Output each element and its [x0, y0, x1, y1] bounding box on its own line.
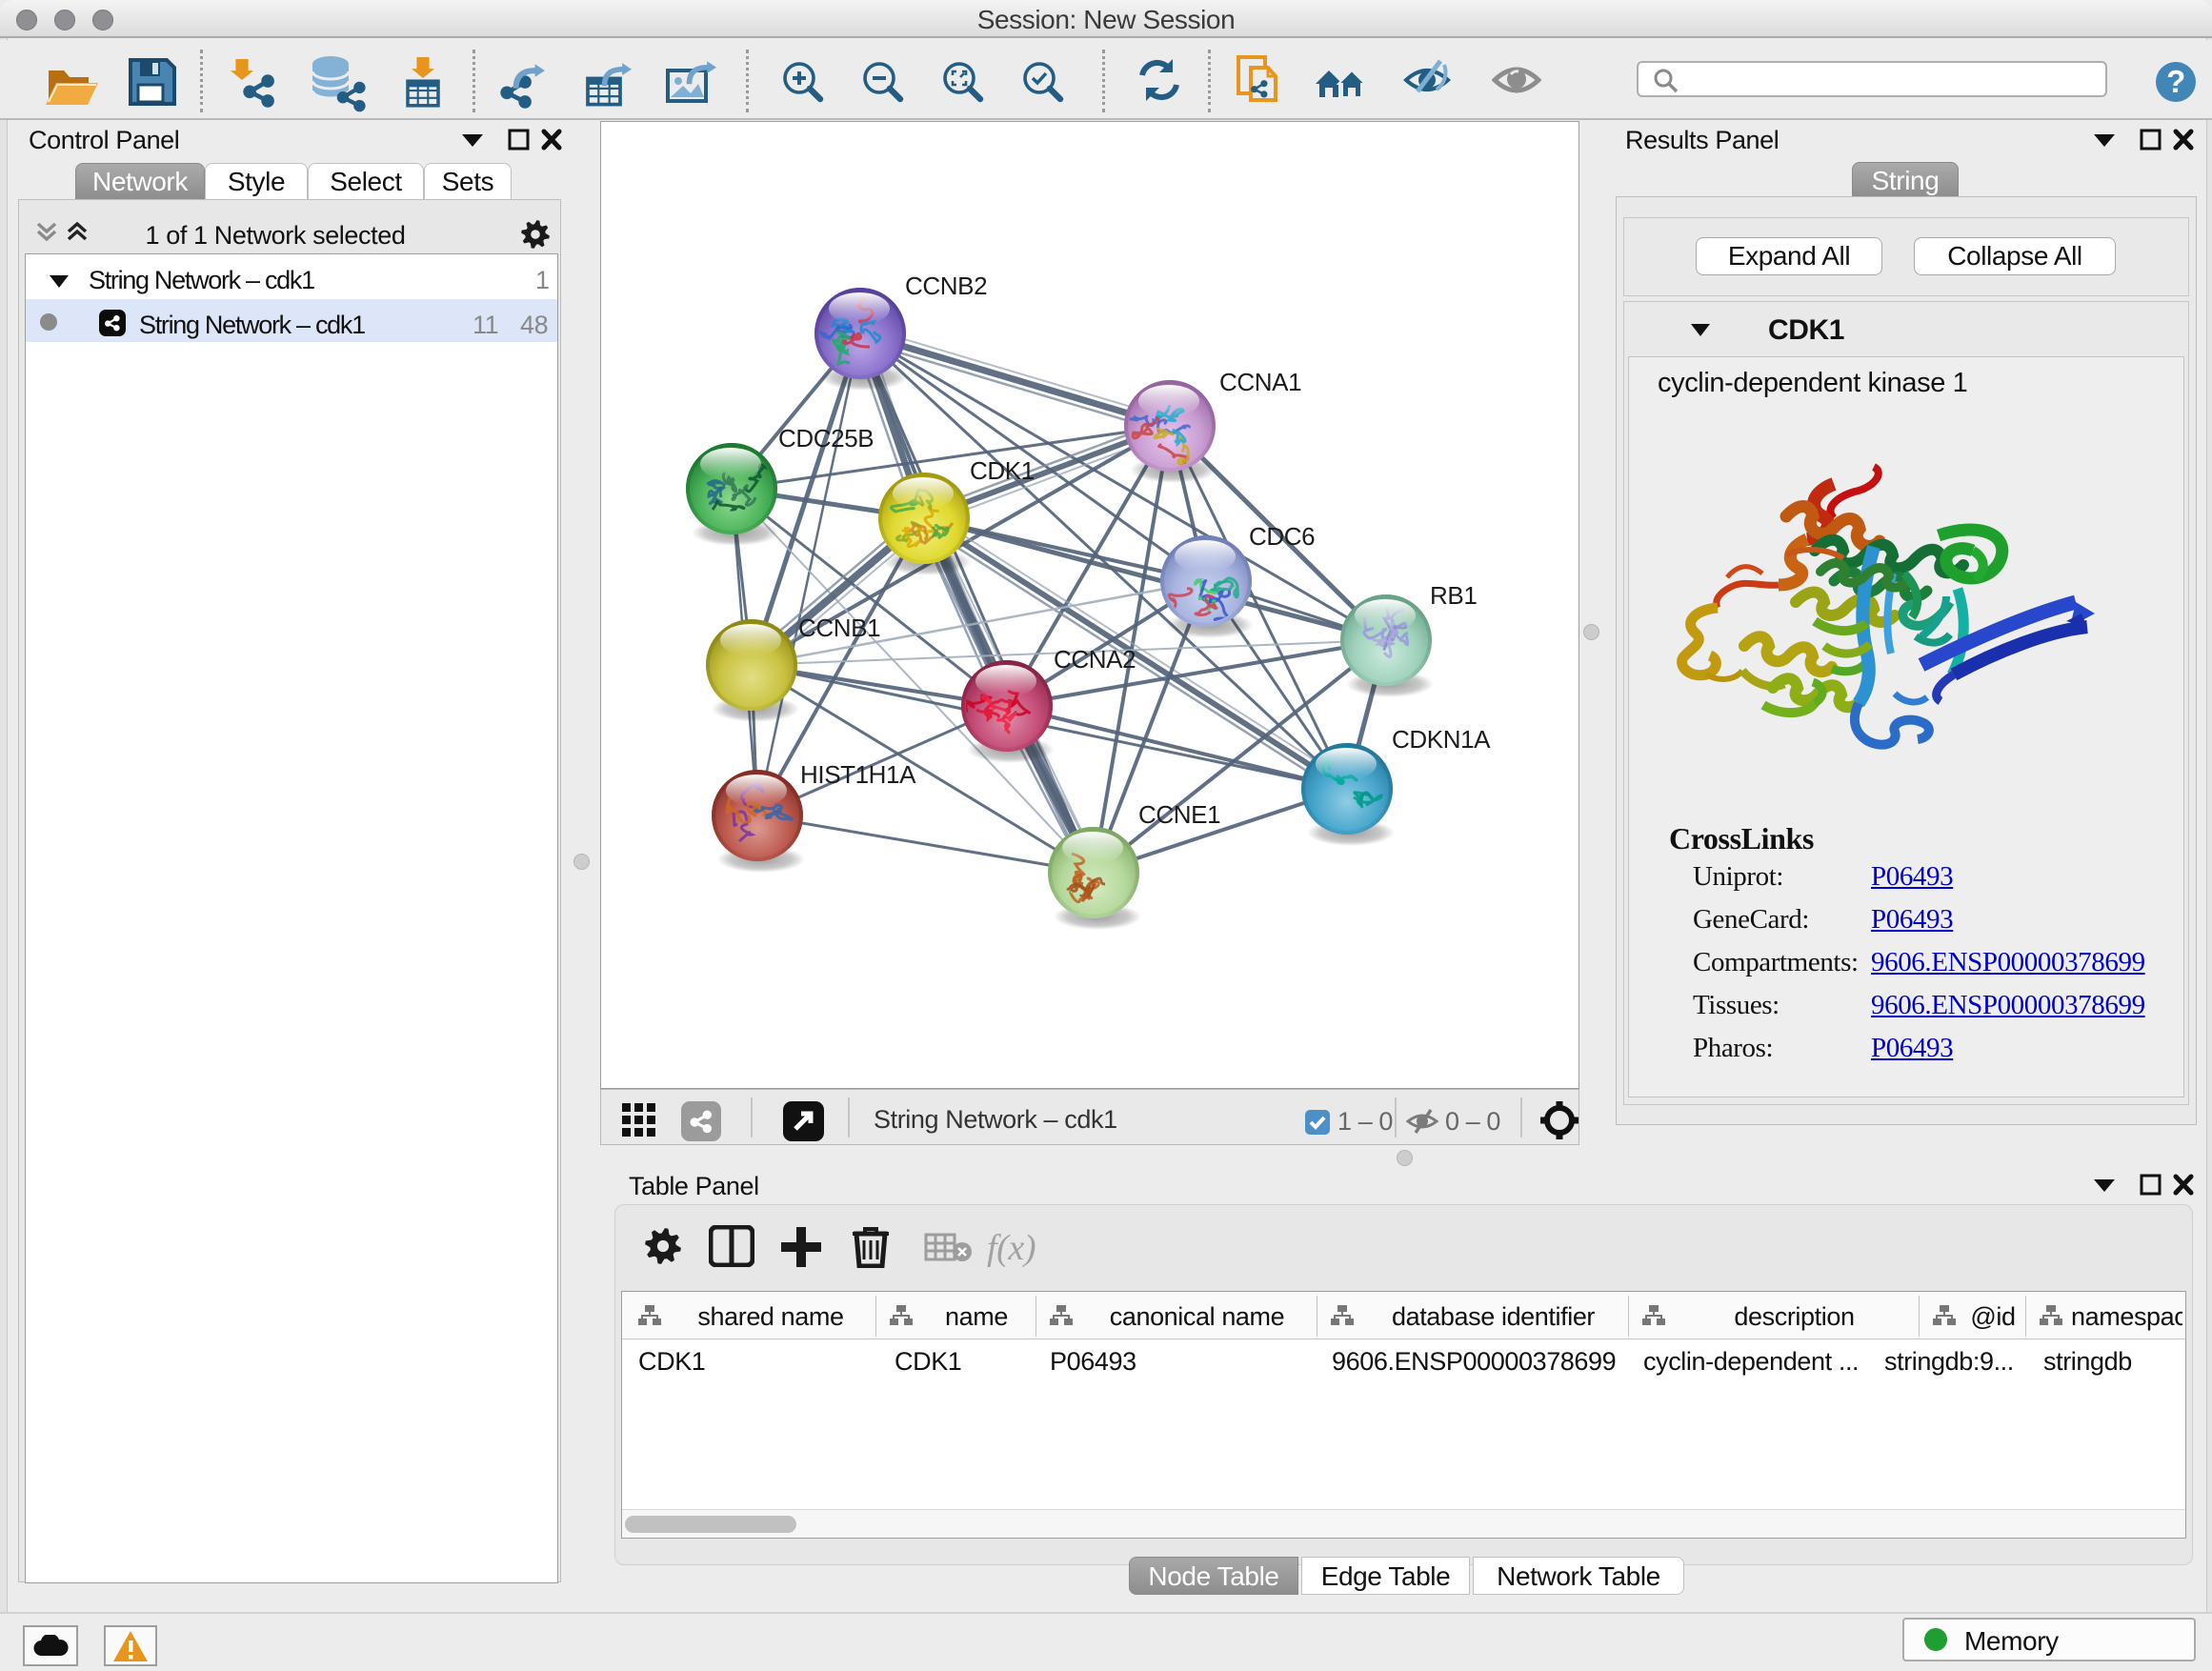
- svg-text:CCNA2: CCNA2: [1054, 645, 1136, 674]
- svg-text:CCNB1: CCNB1: [798, 614, 880, 642]
- svg-text:CDK1: CDK1: [970, 456, 1035, 485]
- svg-text:CCNE1: CCNE1: [1138, 800, 1220, 829]
- svg-text:CCNB2: CCNB2: [905, 272, 987, 300]
- svg-text:HIST1H1A: HIST1H1A: [800, 760, 916, 789]
- svg-text:CDC25B: CDC25B: [778, 424, 874, 453]
- svg-text:CDKN1A: CDKN1A: [1392, 725, 1491, 754]
- svg-text:CCNA1: CCNA1: [1219, 368, 1301, 396]
- svg-text:CDC6: CDC6: [1249, 522, 1315, 551]
- svg-text:RB1: RB1: [1430, 581, 1477, 610]
